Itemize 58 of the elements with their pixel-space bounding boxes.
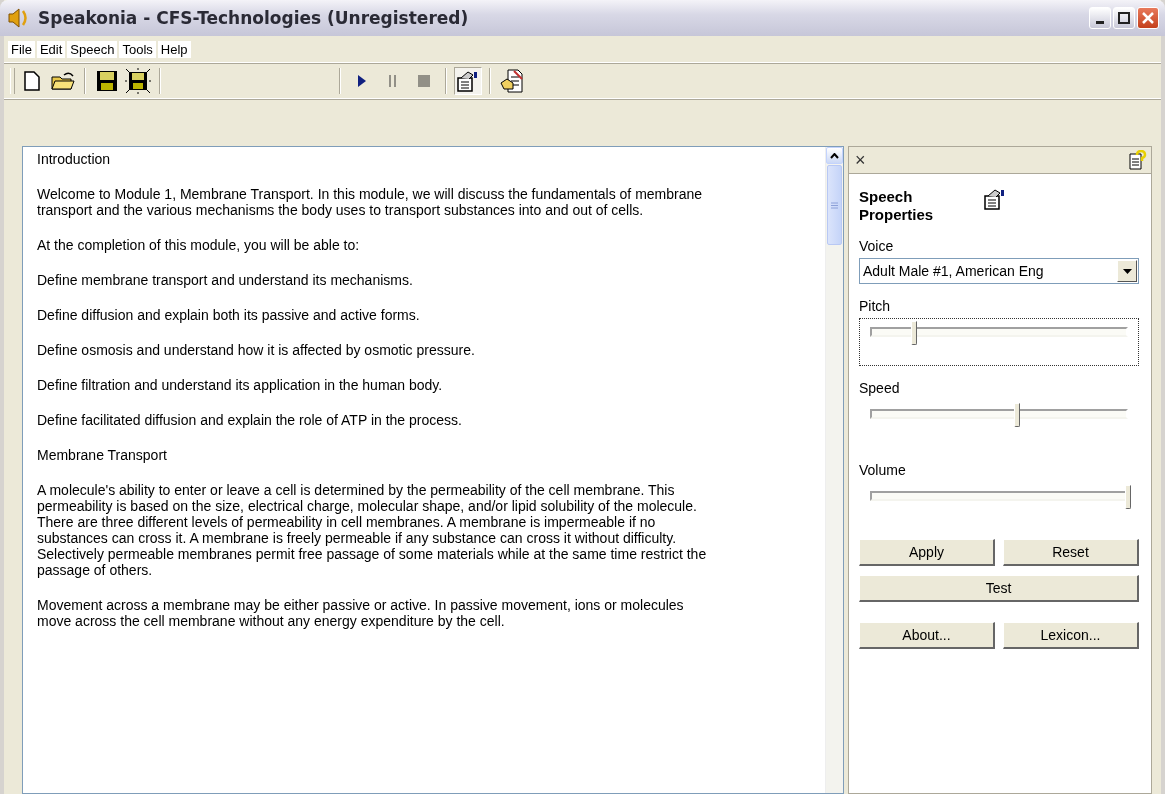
slider-thumb[interactable] bbox=[1014, 403, 1021, 427]
paragraph: Define facilitated diffusion and explain the role of ATP in the process. bbox=[37, 412, 463, 428]
menu-item[interactable]: Help bbox=[157, 40, 191, 58]
panel-button[interactable]: Lexicon... bbox=[1003, 622, 1139, 649]
caret-up-icon bbox=[830, 152, 839, 159]
panel-title: Speech Properties bbox=[859, 188, 935, 224]
panel-button[interactable]: Reset bbox=[1003, 539, 1139, 566]
properties-icon bbox=[984, 188, 1006, 210]
paragraph: Welcome to Module 1, Membrane Transport. In this module, we will discuss the fundamentals of membrane transport and the various mechanisms the body uses to transport substances into and out of cells. bbox=[37, 186, 704, 218]
toolbar-button[interactable] bbox=[124, 67, 152, 95]
window-title: Speakonia - CFS-Technologies (Unregistered) bbox=[38, 8, 470, 28]
paragraph: Define osmosis and understand how it is affected by osmotic pressure. bbox=[37, 342, 476, 358]
menu-item[interactable]: Edit bbox=[36, 40, 66, 58]
toolbar-button[interactable] bbox=[454, 67, 482, 95]
paragraph: At the completion of this module, you will be able to: bbox=[37, 237, 361, 253]
panel-button[interactable]: Test bbox=[859, 575, 1139, 602]
scroll-up-button[interactable] bbox=[826, 147, 843, 164]
paragraph: Define filtration and understand its application in the human body. bbox=[37, 377, 444, 393]
close-panel-button[interactable]: × bbox=[855, 149, 866, 171]
play-icon bbox=[357, 74, 367, 88]
properties-icon bbox=[457, 70, 479, 92]
minimize-button[interactable] bbox=[1089, 7, 1111, 29]
voice-label: Voice bbox=[859, 238, 895, 254]
paragraph: Introduction bbox=[37, 151, 112, 167]
speaker-icon bbox=[8, 8, 30, 28]
panel-button[interactable]: Apply bbox=[859, 539, 995, 566]
panel-button[interactable]: About... bbox=[859, 622, 995, 649]
menu-item[interactable]: File bbox=[8, 40, 35, 58]
paragraph: Membrane Transport bbox=[37, 447, 168, 463]
folder-icon bbox=[51, 71, 75, 91]
maximize-button[interactable] bbox=[1113, 7, 1135, 29]
paragraph: A molecule's ability to enter or leave a cell is determined by the permeability of the cell membrane. This permeability is based on the size, electrical charge, molecular shape, and/or lipid solubility of the molecule. There are three different levels of permeability in cell membranes. A membrane is impermeable if no substances can cross it. A membrane is freely permeable if any substance can cross it without difficulty. Selectively permeable membranes permit free passage of some materials while at the same time restrict the passage of others. bbox=[37, 482, 708, 578]
dropdown-arrow-icon bbox=[1122, 268, 1132, 274]
slider-label: Pitch bbox=[859, 298, 892, 314]
voice-dropdown[interactable]: Adult Male #1, American Eng bbox=[859, 258, 1139, 284]
slider[interactable] bbox=[867, 485, 1131, 509]
slider-thumb[interactable] bbox=[910, 321, 917, 345]
slider-thumb[interactable] bbox=[1125, 485, 1131, 509]
paragraph: Define membrane transport and understand its mechanisms. bbox=[37, 272, 414, 288]
stop-icon bbox=[418, 75, 430, 87]
scroll-thumb[interactable] bbox=[827, 165, 842, 245]
close-icon bbox=[1142, 12, 1154, 24]
slider[interactable] bbox=[867, 321, 1131, 345]
slider-label: Speed bbox=[859, 380, 901, 396]
scrollbar[interactable] bbox=[825, 147, 843, 793]
slider[interactable] bbox=[867, 403, 1131, 427]
pause-icon bbox=[388, 74, 398, 88]
slider-label: Volume bbox=[859, 462, 907, 478]
floppy-disk-icon bbox=[125, 68, 151, 94]
menu-item[interactable]: Tools bbox=[119, 40, 156, 58]
new-document-icon bbox=[23, 71, 41, 91]
paragraph: Movement across a membrane may be either passive or active. In passive movement, ions or molecules move across the cell membrane without any energy expenditure by the cell. bbox=[37, 597, 685, 629]
close-button[interactable] bbox=[1137, 7, 1159, 29]
paragraph: Define diffusion and explain both its passive and active forms. bbox=[37, 307, 421, 323]
help-icon[interactable] bbox=[1129, 150, 1147, 170]
minimize-icon bbox=[1096, 20, 1104, 24]
maximize-icon bbox=[1118, 12, 1130, 24]
menu-item[interactable]: Speech bbox=[67, 40, 118, 58]
